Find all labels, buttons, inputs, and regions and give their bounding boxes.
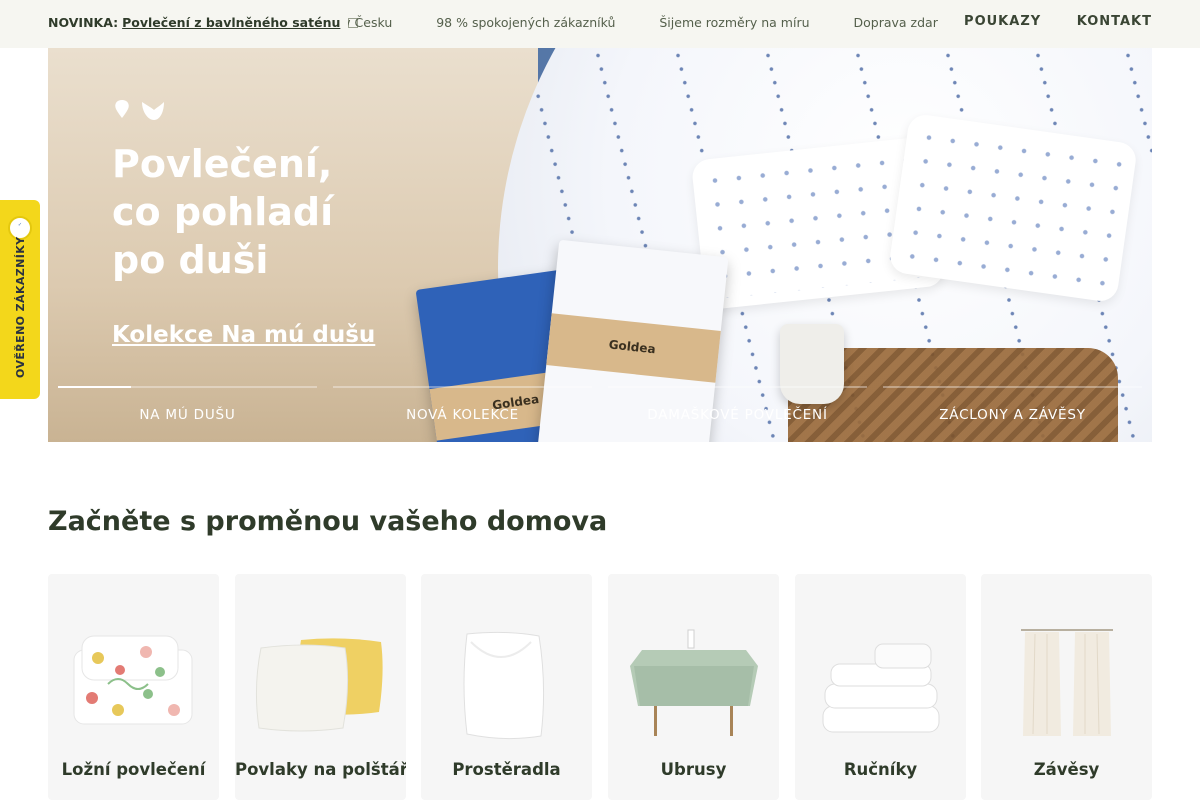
section-title: Začněte s proměnou vašeho domova: [48, 506, 607, 537]
category-card-curtains[interactable]: Závěsy: [981, 574, 1152, 800]
hero-title-line: Povlečení,: [112, 142, 333, 186]
slide-progress-bar: [883, 386, 1142, 388]
hero-slider[interactable]: Goldea Goldea Povlečení, co pohladí po d…: [48, 48, 1152, 442]
hero-title: Povlečení, co pohladí po duši: [112, 140, 432, 284]
section-title-regular: Začněte s proměnou: [48, 506, 370, 537]
marquee-item: Doprava zdar: [853, 15, 938, 30]
slide-progress-bar: [608, 386, 867, 388]
promo-banner: NOVINKA: Povlečení z bavlněného saténu: [48, 15, 359, 30]
category-name: Prostěradla: [452, 760, 561, 779]
slide-tab-label: NA MÚ DUŠU: [139, 407, 236, 423]
nav-link-vouchers[interactable]: POUKAZY: [964, 14, 1041, 29]
category-grid: Ložní povlečení Povlaky na polštáře Pros…: [48, 574, 1152, 800]
pillowcase-icon: [255, 638, 383, 732]
hero-title-line: co pohladí: [112, 190, 334, 234]
nav-link-contact[interactable]: KONTAKT: [1077, 14, 1152, 29]
slide-tab-na-mu-dusu[interactable]: NA MÚ DUŠU: [58, 386, 317, 442]
tablecloth-icon: [630, 629, 758, 736]
category-card-tablecloths[interactable]: Ubrusy: [608, 574, 779, 800]
slide-progress-bar: [58, 386, 317, 388]
slide-tab-new-collection[interactable]: NOVÁ KOLEKCE: [333, 386, 592, 442]
category-name: Ložní povlečení: [61, 760, 206, 779]
slide-tab-label: NOVÁ KOLEKCE: [406, 407, 519, 423]
top-nav: POUKAZY KONTAKT: [934, 14, 1152, 29]
bedding-icon: [73, 635, 193, 725]
benefits-marquee: beno v Česku 98 % spokojených zákazníků …: [348, 15, 966, 35]
brand-logo-icon: [115, 100, 164, 120]
hero-title-line: po duši: [112, 238, 269, 282]
slide-progress-bar: [333, 386, 592, 388]
category-card-pillowcases[interactable]: Povlaky na polštáře: [235, 574, 406, 800]
promo-prefix: NOVINKA:: [48, 15, 119, 30]
sheet-icon: [463, 631, 545, 740]
marquee-item: beno v Česku: [348, 15, 393, 30]
section-title-bold: vašeho domova: [369, 506, 608, 537]
hero-collection-link[interactable]: Kolekce Na mú dušu: [112, 322, 375, 348]
category-card-bedding[interactable]: Ložní povlečení: [48, 574, 219, 800]
category-name: Povlaky na polštáře: [235, 760, 406, 779]
marquee-item: 98 % spokojených zákazníků: [436, 15, 616, 30]
pillow: [887, 112, 1139, 304]
category-name: Ručníky: [843, 760, 918, 779]
curtains-icon: [1021, 629, 1113, 736]
category-card-sheets[interactable]: Prostěradla: [421, 574, 592, 800]
slide-tab-label: ZÁCLONY A ZÁVĚSY: [939, 407, 1086, 423]
verified-by-customers-badge[interactable]: ✓ OVĚŘENO ZÁKAZNÍKY: [0, 200, 40, 399]
badge-label: OVĚŘENO ZÁKAZNÍKY: [14, 236, 27, 378]
category-name: Ubrusy: [660, 760, 727, 779]
hero-slide-tabs: NA MÚ DUŠU NOVÁ KOLEKCE DAMAŠKOVÉ POVLEČ…: [58, 386, 1142, 442]
slide-tab-label: DAMAŠKOVÉ POVLEČENÍ: [647, 407, 828, 423]
marquee-item: Šijeme rozměry na míru: [659, 15, 810, 30]
category-name: Závěsy: [1033, 760, 1100, 779]
slide-tab-curtains[interactable]: ZÁCLONY A ZÁVĚSY: [883, 386, 1142, 442]
top-bar: NOVINKA: Povlečení z bavlněného saténu b…: [0, 0, 1200, 48]
category-card-towels[interactable]: Ručníky: [795, 574, 966, 800]
towels-icon: [822, 643, 940, 733]
promo-link[interactable]: Povlečení z bavlněného saténu: [122, 15, 340, 30]
slide-tab-damask-bedding[interactable]: DAMAŠKOVÉ POVLEČENÍ: [608, 386, 867, 442]
